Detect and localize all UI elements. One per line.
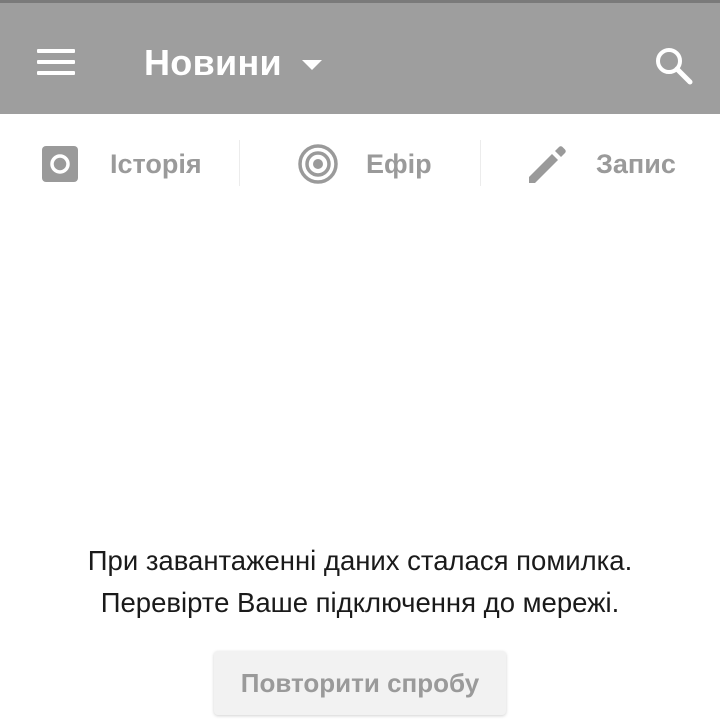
live-broadcast-icon xyxy=(298,144,338,184)
tab-live-label: Ефір xyxy=(366,148,432,179)
search-icon xyxy=(656,48,693,85)
app-title: Новини xyxy=(144,42,282,83)
story-camera-icon xyxy=(42,146,78,182)
tab-post-label: Запис xyxy=(596,148,676,179)
tab-story[interactable]: Історія xyxy=(42,134,202,194)
app-bar: Новини xyxy=(0,3,720,114)
tab-live[interactable]: Ефір xyxy=(298,134,432,194)
caret-down-icon xyxy=(301,60,322,70)
tab-story-label: Історія xyxy=(110,148,202,179)
hamburger-menu-icon xyxy=(37,49,75,75)
retry-button[interactable]: Повторити спробу xyxy=(214,651,506,715)
section-selector[interactable]: Новини xyxy=(144,37,322,89)
tab-divider xyxy=(239,140,240,186)
tab-post[interactable]: Запис xyxy=(527,134,676,194)
pencil-icon xyxy=(529,146,566,183)
action-tabs: Історія Ефір Запис xyxy=(0,114,720,214)
error-line-2: Перевірте Ваше підключення до мережі. xyxy=(100,587,620,618)
tab-divider xyxy=(480,140,481,186)
search-button[interactable] xyxy=(646,38,702,94)
error-line-1: При завантаженні даних сталася помилка. xyxy=(87,545,633,576)
error-message: При завантаженні даних сталася помилка. … xyxy=(0,540,720,624)
menu-button[interactable] xyxy=(28,36,84,88)
